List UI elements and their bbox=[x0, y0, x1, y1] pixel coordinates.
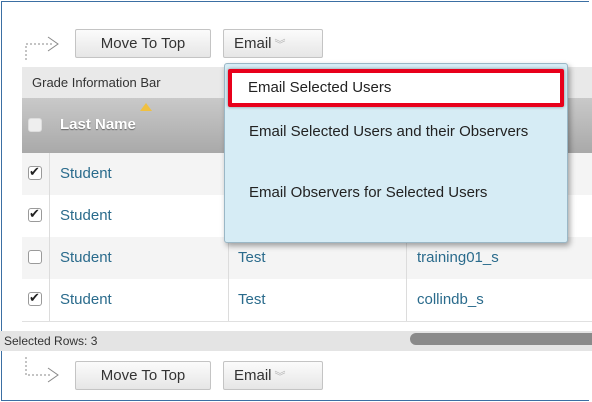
grade-information-label: Grade Information Bar bbox=[32, 75, 161, 90]
row-checkbox[interactable] bbox=[28, 290, 42, 306]
select-all-checkbox[interactable] bbox=[28, 118, 42, 132]
last-name-link[interactable]: Student bbox=[60, 195, 112, 237]
move-to-top-button-bottom[interactable]: Move To Top bbox=[75, 361, 211, 390]
menu-item-email-selected-users-and-observers[interactable]: Email Selected Users and their Observers bbox=[249, 120, 549, 143]
username-link[interactable]: collindb_s bbox=[417, 279, 484, 321]
menu-item-email-selected-users[interactable]: Email Selected Users bbox=[248, 76, 391, 99]
table-row: Student Test collindb_s bbox=[22, 279, 592, 322]
menu-item-email-observers-for-selected-users[interactable]: Email Observers for Selected Users bbox=[249, 181, 529, 204]
column-divider bbox=[228, 237, 229, 279]
move-to-top-label: Move To Top bbox=[100, 367, 186, 384]
column-divider bbox=[49, 195, 50, 237]
column-options-icon[interactable]: ⌄ bbox=[206, 110, 218, 127]
username-link[interactable]: training01_s bbox=[417, 237, 499, 279]
column-divider bbox=[49, 279, 50, 321]
last-name-link[interactable]: Student bbox=[60, 153, 112, 195]
horizontal-scrollbar[interactable] bbox=[410, 333, 592, 345]
column-divider bbox=[49, 237, 50, 279]
move-to-top-button[interactable]: Move To Top bbox=[75, 29, 211, 58]
row-checkbox[interactable] bbox=[28, 206, 42, 222]
column-divider bbox=[49, 153, 50, 195]
email-button-bottom[interactable]: Email ︾ bbox=[223, 361, 323, 390]
email-label: Email bbox=[234, 35, 272, 52]
column-divider bbox=[406, 279, 407, 321]
row-checkbox[interactable] bbox=[28, 164, 42, 180]
chevron-down-icon: ︾ bbox=[274, 371, 286, 383]
sort-ascending-icon bbox=[140, 103, 152, 111]
email-label: Email bbox=[234, 367, 272, 384]
selected-rows-count: Selected Rows: 3 bbox=[4, 334, 98, 348]
move-to-top-label: Move To Top bbox=[100, 35, 186, 52]
email-button[interactable]: Email ︾ bbox=[223, 29, 323, 58]
first-name-cell: Test bbox=[238, 249, 266, 266]
chevron-down-icon: ︾ bbox=[274, 39, 286, 51]
indent-arrow-icon bbox=[25, 36, 59, 60]
column-header-last-name[interactable]: Last Name bbox=[60, 116, 136, 133]
first-name-cell: Test bbox=[238, 291, 266, 308]
row-checkbox[interactable] bbox=[28, 250, 42, 264]
table-row: Student Test training01_s bbox=[22, 237, 592, 280]
last-name-link[interactable]: Student bbox=[60, 237, 112, 279]
last-name-link[interactable]: Student bbox=[60, 279, 112, 321]
indent-arrow-icon bbox=[25, 357, 59, 383]
column-divider bbox=[228, 279, 229, 321]
column-divider bbox=[406, 237, 407, 279]
